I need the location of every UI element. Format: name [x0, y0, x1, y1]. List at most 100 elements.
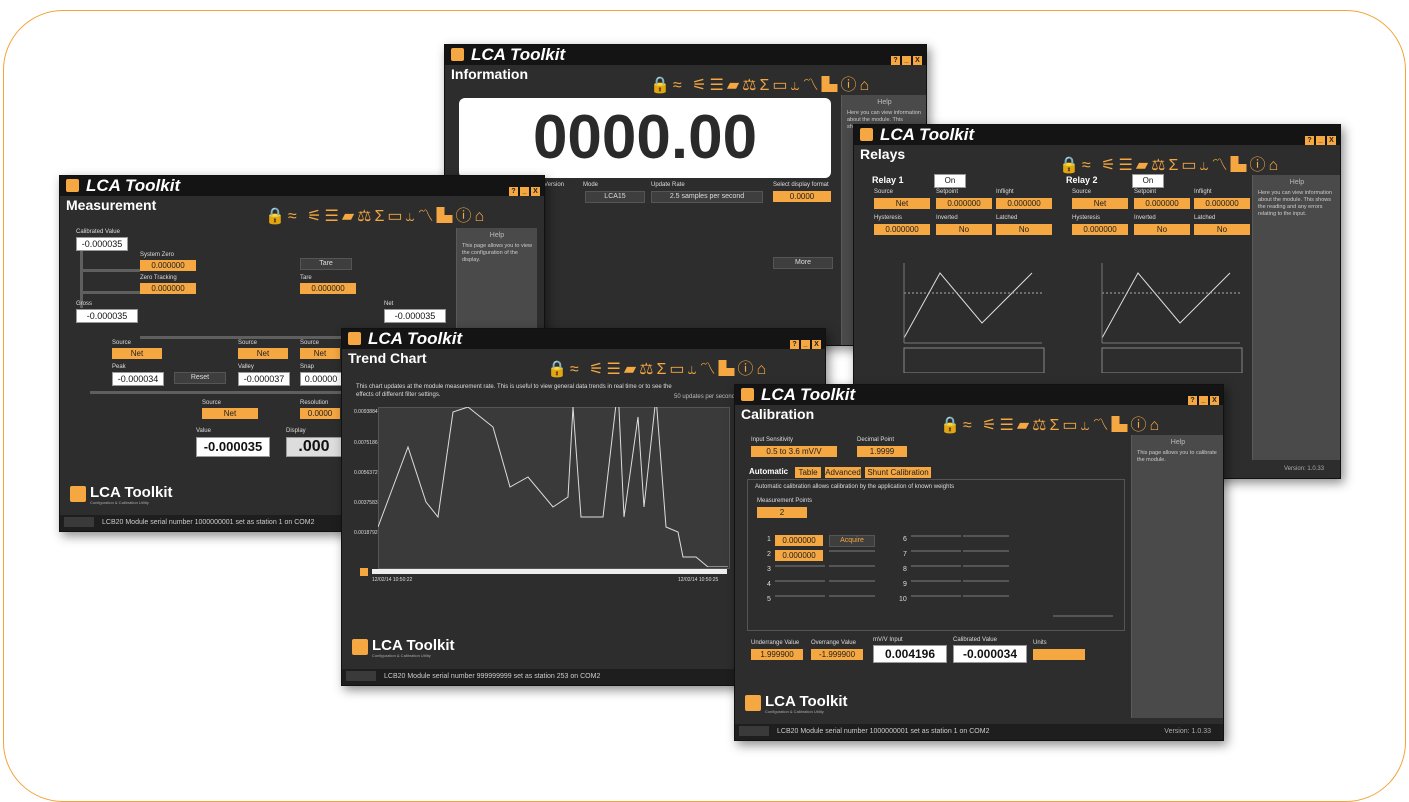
acquire-button-disabled	[963, 580, 1009, 582]
snap-label: Snap	[300, 364, 315, 370]
page-title: Information	[451, 66, 528, 82]
x-end: 12/02/14 10:50:25	[678, 577, 719, 583]
status-button[interactable]	[64, 517, 94, 528]
inflight-field[interactable]: 0.000000	[1194, 198, 1250, 209]
status-button[interactable]	[346, 671, 376, 682]
inverted-select[interactable]: No	[936, 224, 992, 235]
point-value-field[interactable]: 0.000000	[775, 550, 823, 561]
tab-table[interactable]: Table	[795, 467, 821, 478]
row-number: 7	[903, 551, 907, 558]
close-button[interactable]: X	[531, 187, 540, 196]
minimize-button[interactable]: _	[520, 187, 529, 196]
tare-button[interactable]: Tare	[300, 258, 352, 270]
tab-shunt-calibration[interactable]: Shunt Calibration	[865, 467, 931, 478]
app-title: LCA Toolkit	[761, 385, 856, 404]
rate-label: Update Rate	[651, 182, 685, 188]
setpoint-field[interactable]: 0.000000	[936, 198, 992, 209]
calibrated-value: -0.000034	[953, 645, 1027, 663]
source-select[interactable]: Net	[238, 348, 288, 359]
toolbar-icons[interactable]: 🔒≈ ⚟☰▰⚖Σ▭⥿〽▙ⓘ⌂	[547, 355, 769, 379]
help-button[interactable]: ?	[509, 187, 518, 196]
close-button[interactable]: X	[812, 340, 821, 349]
trend-line	[378, 407, 728, 567]
valley-label: Valley	[238, 364, 254, 370]
toolbar-icons[interactable]: 🔒≈ ⚟☰▰⚖Σ▭⥿〽▙ⓘ⌂	[1059, 151, 1281, 175]
hysteresis-field[interactable]: 0.000000	[874, 224, 930, 235]
relay2-diagram	[1101, 263, 1243, 373]
source-label: Source	[874, 189, 894, 195]
tree-line	[80, 269, 140, 272]
toolbar-icons[interactable]: 🔒≈ ⚟☰▰⚖Σ▭⥿〽▙ⓘ⌂	[265, 202, 487, 226]
brand-logo-icon	[745, 695, 761, 711]
minimize-button[interactable]: _	[902, 56, 911, 65]
rate-value: 2.5 samples per second	[651, 191, 763, 203]
source-select[interactable]: Net	[1072, 198, 1128, 209]
toolbar-icons[interactable]: 🔒≈ ⚟☰▰⚖Σ▭⥿〽▙ⓘ⌂	[650, 71, 872, 95]
points-select[interactable]: 2	[757, 507, 807, 518]
brand-name: LCA Toolkit	[372, 637, 455, 654]
relay1-on-button[interactable]: On	[934, 174, 966, 188]
source-label: Source	[238, 340, 258, 346]
point-value-field-disabled	[775, 580, 825, 582]
tab-advanced[interactable]: Advanced	[825, 467, 861, 478]
source-select[interactable]: Net	[300, 348, 340, 359]
latched-select[interactable]: No	[1194, 224, 1250, 235]
acquire-button[interactable]: Acquire	[829, 535, 875, 547]
point-value-field-disabled	[911, 580, 961, 582]
latched-select[interactable]: No	[996, 224, 1052, 235]
source-select[interactable]: Net	[202, 408, 258, 419]
zero-tracking-field[interactable]: 0.000000	[140, 283, 196, 294]
close-button[interactable]: X	[1210, 396, 1219, 405]
decimal-point-select[interactable]: 1.9999	[857, 446, 907, 457]
minimize-button[interactable]: _	[1316, 136, 1325, 145]
acquire-button-disabled	[829, 580, 875, 582]
overrange-field[interactable]: -1.999900	[811, 649, 863, 660]
help-button[interactable]: ?	[891, 56, 900, 65]
gross-label: Gross	[76, 301, 93, 307]
acquire-button-disabled	[829, 595, 875, 597]
gross-value: -0.000035	[76, 309, 138, 323]
sensitivity-select[interactable]: 0.5 to 3.6 mV/V	[751, 446, 837, 457]
source-select[interactable]: Net	[874, 198, 930, 209]
help-button[interactable]: ?	[1188, 396, 1197, 405]
tab-automatic[interactable]: Automatic	[749, 467, 788, 476]
play-button[interactable]	[360, 568, 368, 576]
underrange-field[interactable]: 1.999900	[751, 649, 803, 660]
brand-tagline: Configuration & Calibration Utility	[90, 500, 149, 505]
point-value-field[interactable]: 0.000000	[775, 535, 823, 546]
format-select[interactable]: 0.0000	[773, 191, 831, 202]
toolbar-icons[interactable]: 🔒≈ ⚟☰▰⚖Σ▭⥿〽▙ⓘ⌂	[940, 411, 1162, 435]
inflight-label: Inflight	[996, 189, 1014, 195]
status-button[interactable]	[739, 726, 769, 737]
app-logo-icon	[348, 332, 361, 345]
peak-value: -0.000034	[112, 372, 164, 386]
tare-field[interactable]: 0.000000	[300, 283, 356, 294]
auto-description: Automatic calibration allows calibration…	[755, 484, 955, 490]
timeline-slider[interactable]	[372, 569, 727, 574]
more-button[interactable]: More	[773, 257, 833, 269]
minimize-button[interactable]: _	[801, 340, 810, 349]
resolution-select[interactable]: 0.0000	[300, 408, 340, 419]
system-zero-field[interactable]: 0.000000	[140, 260, 196, 271]
close-button[interactable]: X	[1327, 136, 1336, 145]
version-label: Version: 1.0.33	[1284, 466, 1325, 472]
setpoint-field[interactable]: 0.000000	[1134, 198, 1190, 209]
overrange-label: Overrange Value	[811, 640, 856, 646]
units-field[interactable]	[1033, 649, 1085, 660]
source-label: Source	[1072, 189, 1092, 195]
source-select[interactable]: Net	[112, 348, 162, 359]
point-value-field-disabled	[911, 535, 961, 537]
close-button[interactable]: X	[913, 56, 922, 65]
zero-tracking-label: Zero Tracking	[140, 275, 177, 281]
inverted-select[interactable]: No	[1134, 224, 1190, 235]
reset-button[interactable]: Reset	[174, 372, 226, 384]
inflight-field[interactable]: 0.000000	[996, 198, 1052, 209]
hysteresis-field[interactable]: 0.000000	[1072, 224, 1128, 235]
help-button[interactable]: ?	[1305, 136, 1314, 145]
minimize-button[interactable]: _	[1199, 396, 1208, 405]
points-label: Measurement Points	[757, 498, 813, 504]
relay2-on-button[interactable]: On	[1132, 174, 1164, 188]
help-button[interactable]: ?	[790, 340, 799, 349]
valley-value: -0.000037	[238, 372, 290, 386]
hysteresis-label: Hysteresis	[874, 215, 903, 221]
